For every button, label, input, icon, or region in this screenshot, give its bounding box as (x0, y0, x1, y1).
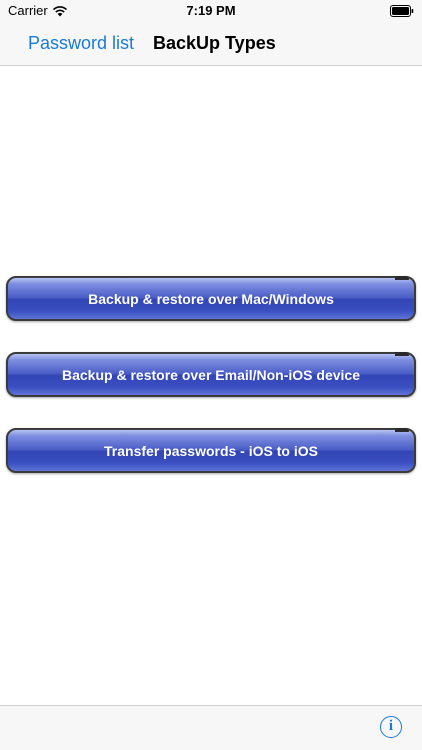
backup-email-non-ios-button[interactable]: Backup & restore over Email/Non-iOS devi… (6, 352, 416, 397)
back-button-password-list[interactable]: Password list (28, 33, 134, 54)
bottom-toolbar: i (0, 705, 422, 750)
transfer-ios-to-ios-button[interactable]: Transfer passwords - iOS to iOS (6, 428, 416, 473)
info-icon[interactable]: i (380, 716, 402, 738)
status-bar: Carrier 7:19 PM (0, 0, 422, 22)
page-title: BackUp Types (153, 33, 276, 53)
status-time: 7:19 PM (186, 3, 236, 18)
navigation-bar: Password list BackUp Types (0, 22, 422, 66)
battery-icon (390, 5, 414, 17)
backup-mac-windows-button[interactable]: Backup & restore over Mac/Windows (6, 276, 416, 321)
